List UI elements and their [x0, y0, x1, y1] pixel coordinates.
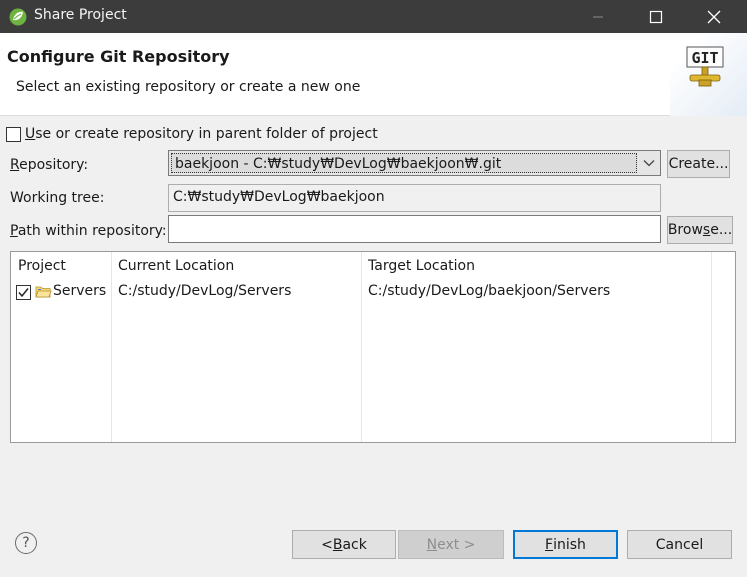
minimize-button[interactable]	[575, 0, 621, 33]
title-bar: Share Project	[0, 0, 747, 33]
row-checkbox[interactable]	[16, 285, 31, 300]
column-header-project[interactable]: Project	[18, 258, 66, 274]
working-tree-label: Working tree:	[10, 190, 105, 206]
page-title: Configure Git Repository	[7, 47, 230, 66]
minimize-icon	[593, 16, 603, 17]
maximize-icon	[649, 10, 663, 23]
close-icon	[707, 10, 721, 23]
repository-label: Repository:	[10, 157, 89, 173]
window-title: Share Project	[34, 7, 127, 23]
parent-folder-checkbox[interactable]	[6, 127, 21, 142]
working-tree-field: C:₩study₩DevLog₩baekjoon	[168, 184, 661, 212]
page-subtitle: Select an existing repository or create …	[16, 79, 361, 95]
create-repository-button[interactable]: Create...	[667, 150, 730, 178]
close-button[interactable]	[691, 0, 737, 33]
parent-folder-label: Use or create repository in parent folde…	[25, 126, 378, 142]
git-logo-icon: GIT	[686, 46, 724, 87]
column-header-current-location[interactable]: Current Location	[118, 258, 234, 274]
row-target-location: C:/study/DevLog/baekjoon/Servers	[368, 283, 611, 299]
browse-button[interactable]: Brow s e...	[667, 216, 733, 244]
chevron-down-icon[interactable]	[638, 151, 660, 175]
column-header-target-location[interactable]: Target Location	[368, 258, 475, 274]
checkmark-icon	[18, 288, 29, 298]
git-banner: GIT	[670, 33, 747, 116]
folder-icon	[35, 286, 52, 298]
next-button[interactable]: Next >	[398, 530, 504, 559]
git-logo-text: GIT	[691, 49, 718, 67]
row-current-location: C:/study/DevLog/Servers	[118, 283, 292, 299]
wizard-header: Configure Git Repository Select an exist…	[0, 33, 747, 116]
repository-combo-value: baekjoon - C:₩study₩DevLog₩baekjoon₩.git	[175, 156, 502, 172]
working-tree-value: C:₩study₩DevLog₩baekjoon	[173, 189, 385, 205]
path-within-input[interactable]	[168, 215, 661, 243]
project-table: Project Current Location Target Location…	[10, 251, 736, 443]
repository-combo[interactable]: baekjoon - C:₩study₩DevLog₩baekjoon₩.git	[168, 150, 661, 176]
path-within-label: Path within repository:	[10, 223, 167, 239]
finish-button[interactable]: Finish	[513, 530, 618, 559]
maximize-button[interactable]	[633, 0, 679, 33]
spring-leaf-icon	[9, 8, 27, 26]
row-project-name: Servers	[53, 283, 107, 299]
cancel-button[interactable]: Cancel	[627, 530, 732, 559]
help-button[interactable]: ?	[15, 532, 37, 554]
help-icon: ?	[22, 535, 30, 551]
back-button[interactable]: < Back	[292, 530, 396, 559]
